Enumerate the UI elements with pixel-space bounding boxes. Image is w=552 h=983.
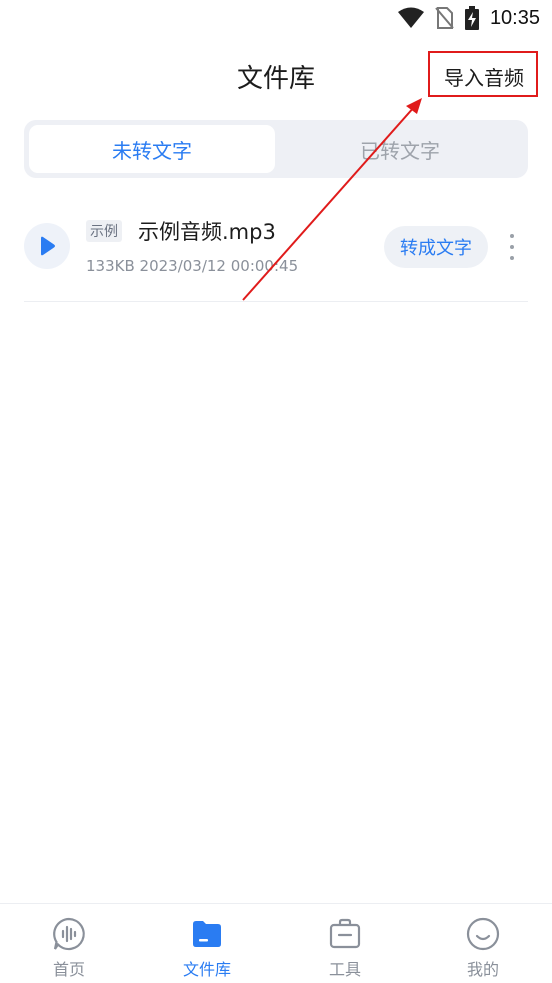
nav-item-tools[interactable]: 工具 — [276, 904, 414, 983]
play-button[interactable] — [24, 223, 70, 269]
bottom-nav: 首页 文件库 工具 我的 — [0, 903, 552, 983]
nav-label-home: 首页 — [52, 960, 85, 979]
folder-icon — [189, 916, 225, 952]
sample-tag: 示例 — [86, 220, 122, 242]
more-options-icon[interactable] — [504, 230, 520, 264]
header: 文件库 导入音频 — [0, 40, 552, 110]
list-item[interactable]: 示例 示例音频.mp3 133KB 2023/03/12 00:00:45 转成… — [24, 200, 528, 302]
status-icons: 10:35 — [397, 6, 540, 30]
convert-to-text-button[interactable]: 转成文字 — [384, 226, 488, 268]
nav-label-tools: 工具 — [328, 960, 361, 979]
file-meta: 133KB 2023/03/12 00:00:45 — [86, 257, 299, 275]
wifi-icon — [397, 7, 424, 28]
voice-chat-icon — [51, 916, 87, 952]
battery-charging-icon — [464, 6, 479, 30]
file-name: 示例音频.mp3 — [138, 220, 276, 244]
status-bar: 10:35 — [0, 0, 552, 38]
tab-not-transcribed[interactable]: 未转文字 — [29, 125, 275, 173]
status-time: 10:35 — [489, 6, 540, 29]
no-sim-icon — [435, 7, 454, 29]
tab-transcribed[interactable]: 已转文字 — [277, 125, 523, 173]
nav-item-library[interactable]: 文件库 — [138, 904, 276, 983]
smiley-icon — [465, 916, 501, 952]
play-icon — [41, 236, 55, 256]
segmented-tabs: 未转文字 已转文字 — [24, 120, 528, 178]
nav-item-home[interactable]: 首页 — [0, 904, 138, 983]
nav-label-me: 我的 — [466, 960, 499, 979]
nav-label-library: 文件库 — [182, 960, 231, 979]
import-audio-button[interactable]: 导入音频 — [440, 60, 528, 93]
nav-item-me[interactable]: 我的 — [414, 904, 552, 983]
toolbox-icon — [327, 916, 363, 952]
